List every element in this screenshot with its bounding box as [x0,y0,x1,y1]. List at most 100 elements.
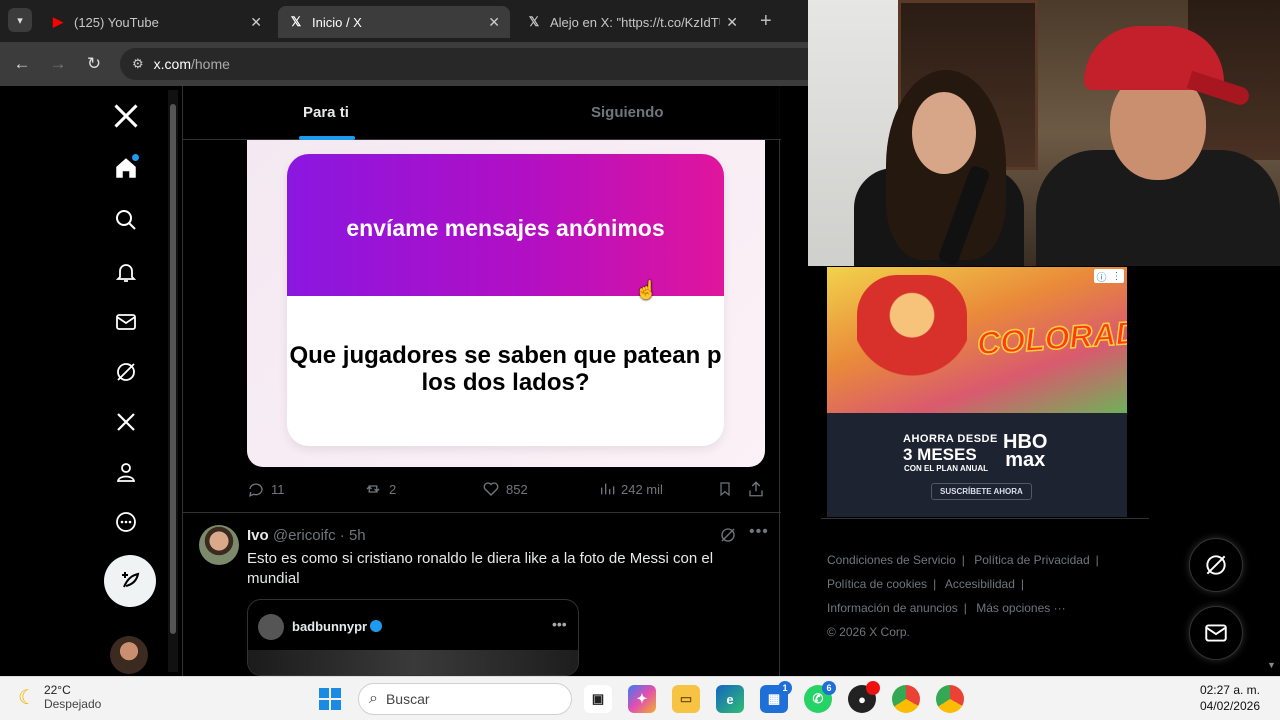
close-icon[interactable]: ✕ [250,14,262,31]
ngl-question-text: Que jugadores se saben que patean p los … [289,342,722,396]
reply-button[interactable]: 11 [247,480,285,498]
share-button[interactable] [747,480,765,498]
windows-logo-icon [319,688,341,710]
footer-link-cookies[interactable]: Política de cookies [827,577,927,591]
footer-link-terms[interactable]: Condiciones de Servicio [827,553,956,567]
whatsapp-icon[interactable]: ✆ 6 [804,681,836,713]
separator: | [963,601,967,615]
bookmark-button[interactable] [717,480,733,498]
recording-dot [866,681,880,695]
heart-icon [483,482,499,496]
search-icon: ⌕ [369,690,378,707]
ad-subscribe-button[interactable]: SUSCRÍBETE AHORA [931,483,1032,500]
new-tab-button[interactable]: + [760,10,772,33]
grok-floating-button[interactable] [1189,538,1243,592]
temperature: 22°C [43,683,71,697]
task-view-icon[interactable]: ▣ [584,685,612,713]
footer-link-more[interactable]: Más opciones ··· [976,601,1065,615]
tab-title: Inicio / X [312,14,362,30]
store-icon[interactable]: ▦ 1 [760,681,792,713]
x-logo-icon[interactable] [110,100,142,132]
grok-icon[interactable] [719,526,737,544]
tab-siguiendo[interactable]: Siguiendo [591,104,664,121]
like-button[interactable]: 852 [482,480,528,498]
copyright-text: © 2026 X Corp. [827,625,910,639]
author-handle[interactable]: @ericoifc [273,527,336,544]
views-button[interactable]: 242 mil [599,480,663,498]
url-input[interactable]: ⚙ x.com/home [120,48,810,80]
ad-line-1: AHORRA DESDE [903,433,998,445]
separator: | [961,553,965,567]
grok-icon[interactable] [110,356,142,388]
ad-logo-text: COLORADO [975,312,1127,362]
feed-scrollbar[interactable] [168,90,178,672]
reply-count: 11 [271,481,285,497]
site-info-icon[interactable]: ⚙ [132,56,144,72]
close-icon[interactable]: ✕ [726,14,738,31]
like-count: 852 [506,481,528,497]
account-avatar[interactable] [110,636,148,674]
more-options-icon[interactable]: ••• [749,523,769,541]
notification-badge: 6 [822,681,836,695]
edge-icon[interactable]: e [716,685,744,713]
home-icon[interactable] [110,152,142,184]
notification-dot [132,154,139,161]
footer-link-privacy[interactable]: Política de Privacidad [974,553,1089,567]
timeline-tabs: Para ti Siguiendo [183,86,781,140]
premium-x-icon[interactable] [110,406,142,438]
system-clock[interactable]: 02:27 a. m. 04/02/2026 [1200,682,1260,714]
feather-plus-icon [122,572,140,588]
more-options-icon[interactable] [110,506,142,538]
page-scrollbar[interactable]: ▼ [1264,266,1280,676]
messages-floating-button[interactable] [1189,606,1243,660]
tab-title: (125) YouTube [74,14,159,30]
browser-tab-x-home[interactable]: 𝕏 Inicio / X ✕ [278,6,510,38]
chrome-icon[interactable] [892,685,920,713]
reply-icon [249,483,263,497]
advertisement-banner[interactable]: COLORADO ⓘ ⋮ AHORRA DESDE 3 MESES CON EL … [827,267,1127,517]
ad-line-2: 3 MESES [903,445,977,464]
ad-info-icon[interactable]: ⓘ ⋮ [1094,269,1124,284]
youtube-icon: ▶ [53,14,63,29]
tab-para-ti[interactable]: Para ti [303,104,349,121]
file-explorer-icon[interactable]: ▭ [672,685,700,713]
search-icon[interactable] [110,204,142,236]
url-path: /home [191,56,230,72]
browser-tab-youtube[interactable]: ▶ (125) YouTube ✕ [40,6,272,38]
post-header: Ivo @ericoifc · 5h [247,527,366,544]
back-button[interactable]: ← [10,52,34,76]
scrollbar-thumb[interactable] [170,104,176,634]
post-time[interactable]: 5h [349,527,366,544]
compose-post-button[interactable] [104,555,156,607]
scroll-down-arrow-icon[interactable]: ▼ [1267,660,1276,670]
obs-icon[interactable]: ● [848,681,880,713]
tab-search-button[interactable]: ▾ [8,8,32,32]
browser-tab-bar: ▾ ▶ (125) YouTube ✕ 𝕏 Inicio / X ✕ 𝕏 Ale… [0,0,808,42]
start-button[interactable] [316,685,344,713]
windows-taskbar: ☾ 22°C Despejado ⌕ Buscar ▣ ✦ ▭ e ▦ 1 ✆ 6 … [0,676,1280,720]
tab-title: Alejo en X: "https://t.co/KzIdTU [550,14,721,30]
profile-icon[interactable] [110,456,142,488]
avatar[interactable] [199,525,239,565]
moon-icon: ☾ [18,686,36,709]
footer-link-accessibility[interactable]: Accesibilidad [945,577,1015,591]
taskbar-search-input[interactable]: ⌕ Buscar [358,683,572,715]
post-media-image[interactable]: envíame mensajes anónimos Que jugadores … [247,140,765,467]
chrome-profile-icon[interactable] [936,685,964,713]
quoted-post[interactable]: badbunnypr ••• [247,599,579,676]
search-placeholder: Buscar [385,691,430,707]
author-name[interactable]: Ivo [247,527,269,544]
browser-tab-alejo[interactable]: 𝕏 Alejo en X: "https://t.co/KzIdTU ✕ [516,6,748,38]
reload-button[interactable]: ↻ [82,52,106,76]
weather-widget[interactable]: ☾ 22°C Despejado [18,683,101,711]
repost-button[interactable]: 2 [363,480,396,498]
bell-icon[interactable] [110,256,142,288]
close-icon[interactable]: ✕ [488,14,500,31]
forward-button[interactable]: → [46,52,70,76]
address-bar-row: ← → ↻ ⚙ x.com/home [0,42,810,86]
repost-count: 2 [389,481,397,497]
mail-icon[interactable] [110,306,142,338]
post[interactable]: Ivo @ericoifc · 5h ••• Esto es como si c… [183,513,781,676]
copilot-icon[interactable]: ✦ [628,685,656,713]
footer-link-ads-info[interactable]: Información de anuncios [827,601,958,615]
